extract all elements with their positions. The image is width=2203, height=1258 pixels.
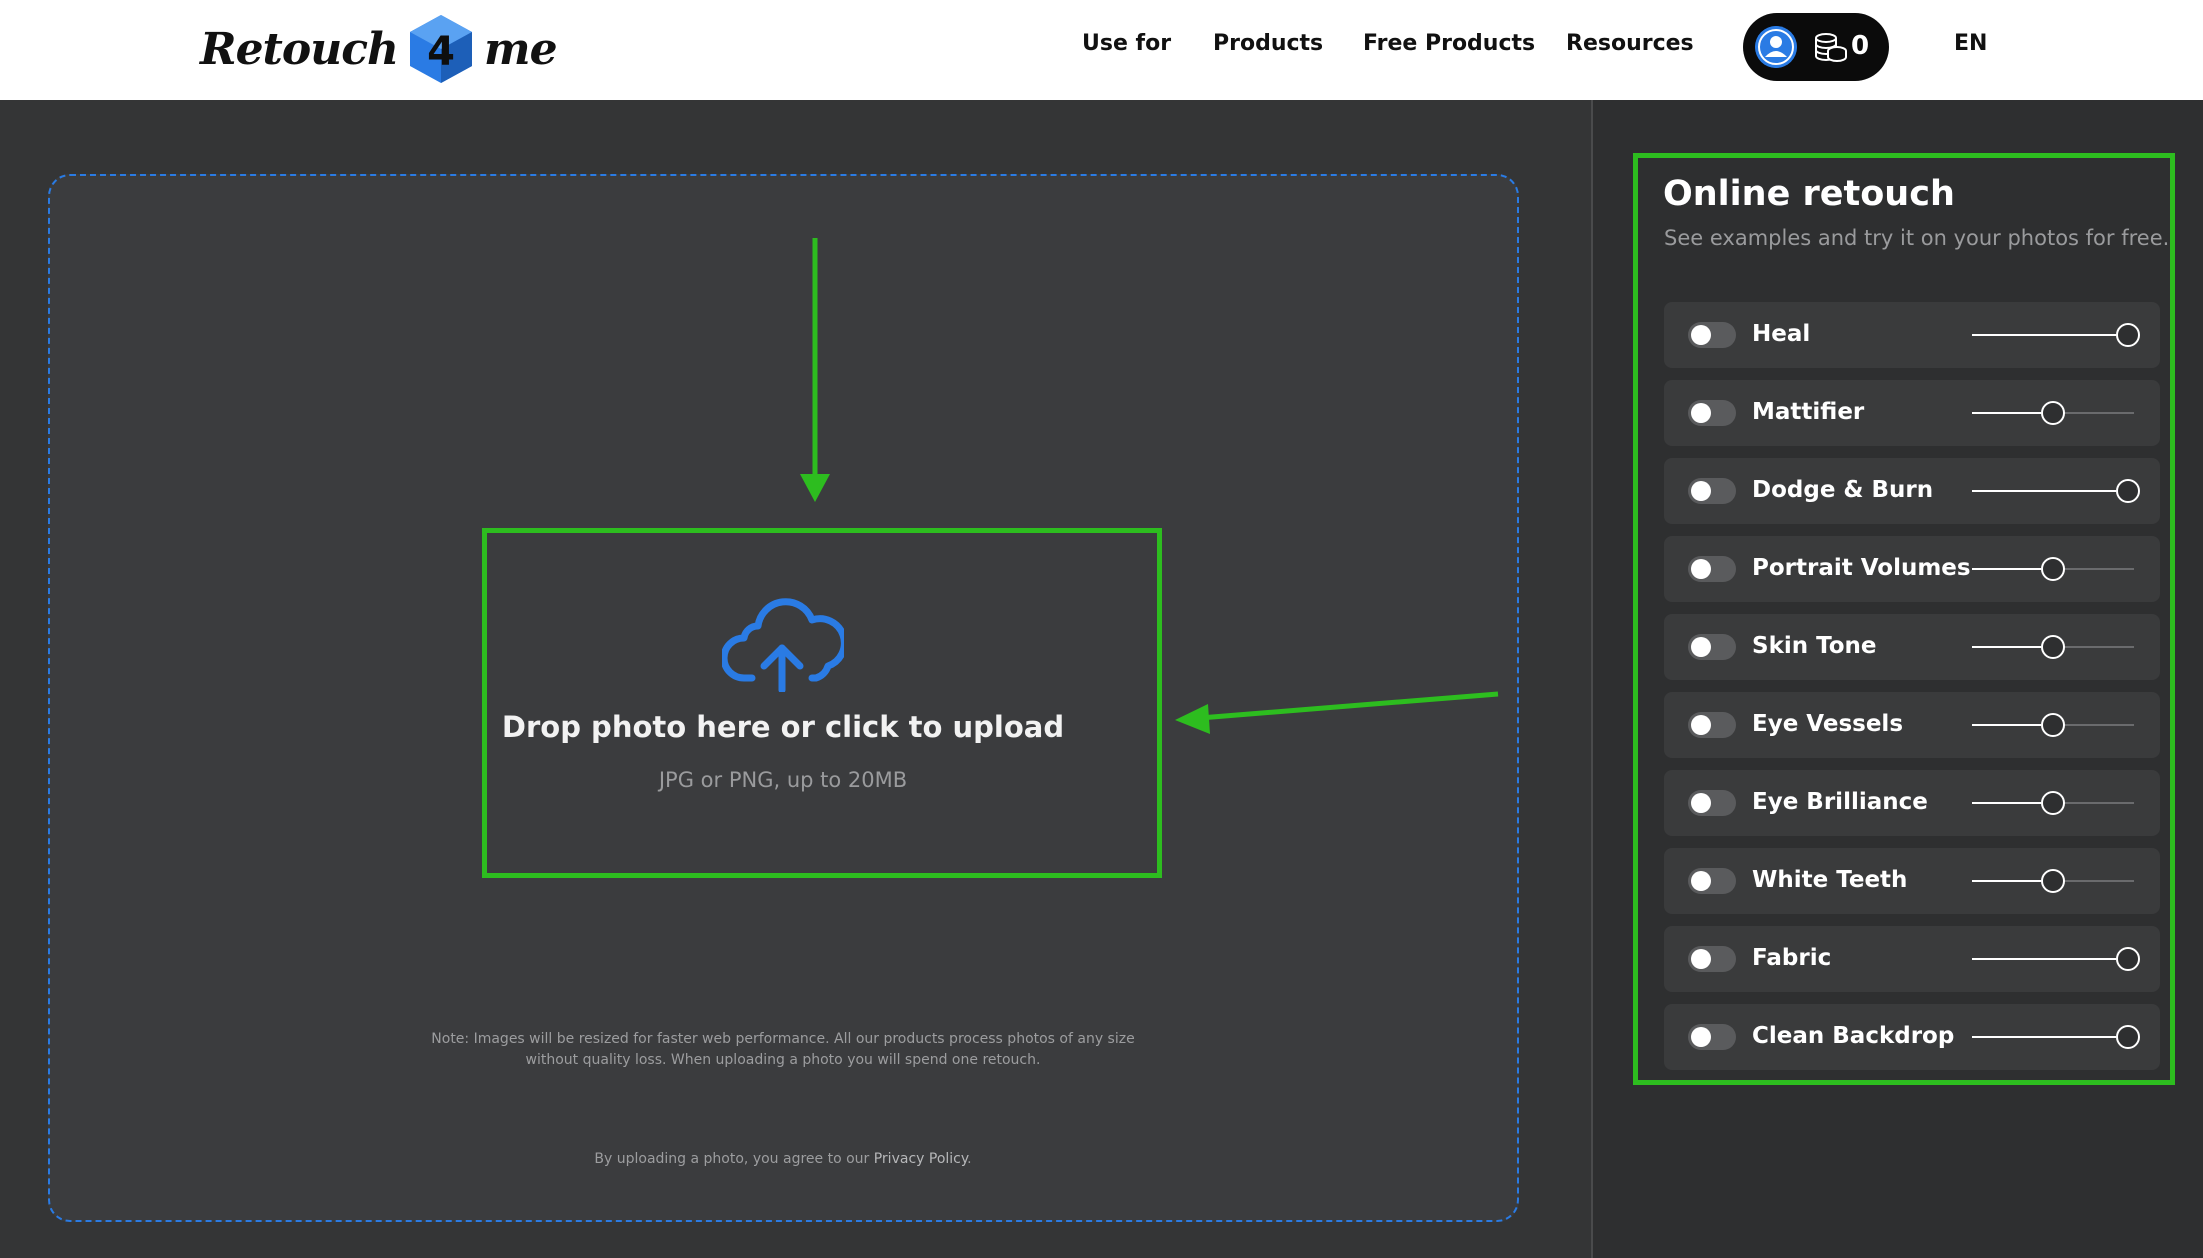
slider-fill xyxy=(1972,1036,2116,1038)
tool-row: Mattifier xyxy=(1664,380,2160,446)
tool-row: Clean Backdrop xyxy=(1664,1004,2160,1070)
tool-intensity-slider[interactable] xyxy=(1972,1024,2142,1050)
tool-toggle[interactable] xyxy=(1688,478,1736,504)
coins-icon xyxy=(1815,33,1847,62)
upload-title: Drop photo here or click to upload xyxy=(501,710,1065,744)
toggle-knob xyxy=(1691,871,1711,891)
language-selector[interactable]: EN xyxy=(1954,31,1987,56)
slider-fill xyxy=(1972,958,2116,960)
slider-fill xyxy=(1972,646,2041,648)
tool-row: Heal xyxy=(1664,302,2160,368)
tool-toggle[interactable] xyxy=(1688,712,1736,738)
slider-fill xyxy=(1972,880,2041,882)
slider-thumb[interactable] xyxy=(2116,1025,2140,1049)
top-header: Retouch 4 me Use for Products Free Produ… xyxy=(0,0,2203,100)
toggle-knob xyxy=(1691,481,1711,501)
nav-free-products[interactable]: Free Products xyxy=(1363,31,1535,56)
tool-intensity-slider[interactable] xyxy=(1972,400,2142,426)
coins-count: 0 xyxy=(1851,31,1870,61)
logo-text-left: Retouch xyxy=(200,23,399,75)
tool-toggle[interactable] xyxy=(1688,868,1736,894)
tool-toggle[interactable] xyxy=(1688,322,1736,348)
tool-label: Dodge & Burn xyxy=(1752,477,1934,503)
toggle-knob xyxy=(1691,1027,1711,1047)
logo-cube-icon: 4 xyxy=(410,15,473,83)
tool-toggle[interactable] xyxy=(1688,790,1736,816)
privacy-notice: By uploading a photo, you agree to our P… xyxy=(483,1151,1083,1167)
tool-toggle[interactable] xyxy=(1688,400,1736,426)
tool-toggle[interactable] xyxy=(1688,1024,1736,1050)
tool-row: Fabric xyxy=(1664,926,2160,992)
upload-subtitle: JPG or PNG, up to 20MB xyxy=(658,768,908,792)
toggle-knob xyxy=(1691,715,1711,735)
tool-label: White Teeth xyxy=(1752,867,1908,893)
logo-mark: 4 xyxy=(427,29,455,75)
tool-intensity-slider[interactable] xyxy=(1972,556,2142,582)
tool-toggle[interactable] xyxy=(1688,634,1736,660)
tool-intensity-slider[interactable] xyxy=(1972,634,2142,660)
slider-thumb[interactable] xyxy=(2041,791,2065,815)
toggle-knob xyxy=(1691,325,1711,345)
tool-intensity-slider[interactable] xyxy=(1972,790,2142,816)
panel-title: Online retouch xyxy=(1663,174,1955,214)
tool-intensity-slider[interactable] xyxy=(1972,868,2142,894)
slider-thumb[interactable] xyxy=(2041,635,2065,659)
account-button[interactable]: 0 xyxy=(1743,13,1889,81)
tool-intensity-slider[interactable] xyxy=(1972,322,2142,348)
toggle-knob xyxy=(1691,637,1711,657)
tool-label: Skin Tone xyxy=(1752,633,1877,659)
nav-use-for[interactable]: Use for xyxy=(1082,31,1171,56)
nav-resources[interactable]: Resources xyxy=(1566,31,1694,56)
tool-label: Eye Vessels xyxy=(1752,711,1904,737)
resize-note: Note: Images will be resized for faster … xyxy=(431,1031,1135,1068)
nav-products[interactable]: Products xyxy=(1213,31,1323,56)
tool-row: Skin Tone xyxy=(1664,614,2160,680)
user-icon xyxy=(1755,26,1797,68)
slider-thumb[interactable] xyxy=(2041,713,2065,737)
slider-thumb[interactable] xyxy=(2041,401,2065,425)
slider-fill xyxy=(1972,334,2116,336)
tool-label: Fabric xyxy=(1752,945,1832,971)
slider-fill xyxy=(1972,490,2116,492)
slider-fill xyxy=(1972,412,2041,414)
tool-row: White Teeth xyxy=(1664,848,2160,914)
slider-fill xyxy=(1972,802,2041,804)
tool-label: Eye Brilliance xyxy=(1752,789,1928,815)
upload-highlight-frame xyxy=(482,528,1162,878)
tool-intensity-slider[interactable] xyxy=(1972,478,2142,504)
tool-toggle[interactable] xyxy=(1688,556,1736,582)
tool-label: Clean Backdrop xyxy=(1752,1023,1955,1049)
tool-row: Dodge & Burn xyxy=(1664,458,2160,524)
slider-fill xyxy=(1972,724,2041,726)
slider-fill xyxy=(1972,568,2041,570)
tool-toggle[interactable] xyxy=(1688,946,1736,972)
tool-intensity-slider[interactable] xyxy=(1972,712,2142,738)
cloud-upload-icon[interactable] xyxy=(722,596,844,692)
toggle-knob xyxy=(1691,793,1711,813)
slider-thumb[interactable] xyxy=(2116,479,2140,503)
slider-thumb[interactable] xyxy=(2116,947,2140,971)
tool-row: Eye Brilliance xyxy=(1664,770,2160,836)
panel-subtitle: See examples and try it on your photos f… xyxy=(1664,226,2170,250)
tool-label: Heal xyxy=(1752,321,1811,347)
toggle-knob xyxy=(1691,559,1711,579)
tool-row: Portrait Volumes xyxy=(1664,536,2160,602)
privacy-prefix: By uploading a photo, you agree to our xyxy=(594,1151,874,1167)
site-logo[interactable]: Retouch 4 me xyxy=(200,8,558,90)
privacy-suffix: . xyxy=(967,1151,972,1167)
tool-row: Eye Vessels xyxy=(1664,692,2160,758)
slider-thumb[interactable] xyxy=(2041,557,2065,581)
privacy-policy-link[interactable]: Privacy Policy xyxy=(874,1151,967,1167)
toggle-knob xyxy=(1691,403,1711,423)
tool-intensity-slider[interactable] xyxy=(1972,946,2142,972)
slider-thumb[interactable] xyxy=(2116,323,2140,347)
tool-label: Mattifier xyxy=(1752,399,1865,425)
toggle-knob xyxy=(1691,949,1711,969)
slider-thumb[interactable] xyxy=(2041,869,2065,893)
tool-label: Portrait Volumes xyxy=(1752,555,1971,581)
logo-text-right: me xyxy=(484,23,558,75)
